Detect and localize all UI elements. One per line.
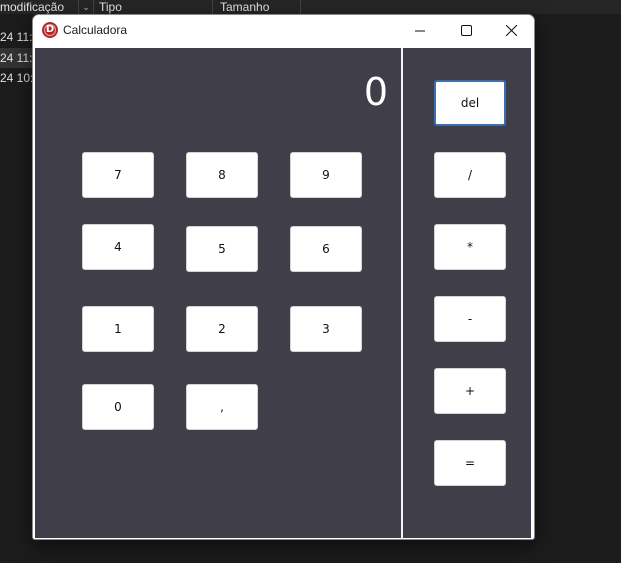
column-header-size[interactable]: Tamanho: [212, 0, 301, 14]
digit-3-button[interactable]: 3: [290, 306, 362, 352]
multiply-button[interactable]: *: [434, 224, 506, 270]
maximize-icon: [460, 25, 472, 36]
app-logo-icon: D: [42, 22, 58, 38]
explorer-column-header: modificação ⌄ Tipo Tamanho: [0, 0, 621, 14]
minimize-icon: [415, 30, 425, 31]
delete-button[interactable]: del: [434, 80, 506, 126]
title-bar[interactable]: D Calculadora: [33, 15, 534, 46]
keypad-panel: 0 7 8 9 4 5 6 1 2 3 0 ,: [35, 48, 401, 538]
minimize-button[interactable]: [397, 15, 443, 46]
decimal-comma-button[interactable]: ,: [186, 384, 258, 430]
digit-8-button[interactable]: 8: [186, 152, 258, 198]
result-display: 0: [363, 70, 388, 114]
digit-9-button[interactable]: 9: [290, 152, 362, 198]
close-button[interactable]: [488, 15, 534, 46]
digit-1-button[interactable]: 1: [82, 306, 154, 352]
window-title: Calculadora: [63, 23, 128, 37]
column-header-modified[interactable]: modificação: [0, 0, 78, 14]
digit-4-button[interactable]: 4: [82, 224, 154, 270]
subtract-button[interactable]: -: [434, 296, 506, 342]
operator-panel: del / * - + =: [403, 48, 531, 538]
close-icon: [505, 25, 517, 36]
calculator-window: D Calculadora 0 7 8 9 4 5 6 1 2 3 0 , de…: [32, 14, 535, 540]
divide-button[interactable]: /: [434, 152, 506, 198]
digit-6-button[interactable]: 6: [290, 226, 362, 272]
column-header-type[interactable]: Tipo: [99, 0, 211, 14]
equals-button[interactable]: =: [434, 440, 506, 486]
digit-7-button[interactable]: 7: [82, 152, 154, 198]
add-button[interactable]: +: [434, 368, 506, 414]
digit-5-button[interactable]: 5: [186, 226, 258, 272]
digit-0-button[interactable]: 0: [82, 384, 154, 430]
chevron-down-icon[interactable]: ⌄: [78, 0, 94, 14]
maximize-button[interactable]: [443, 15, 489, 46]
digit-2-button[interactable]: 2: [186, 306, 258, 352]
